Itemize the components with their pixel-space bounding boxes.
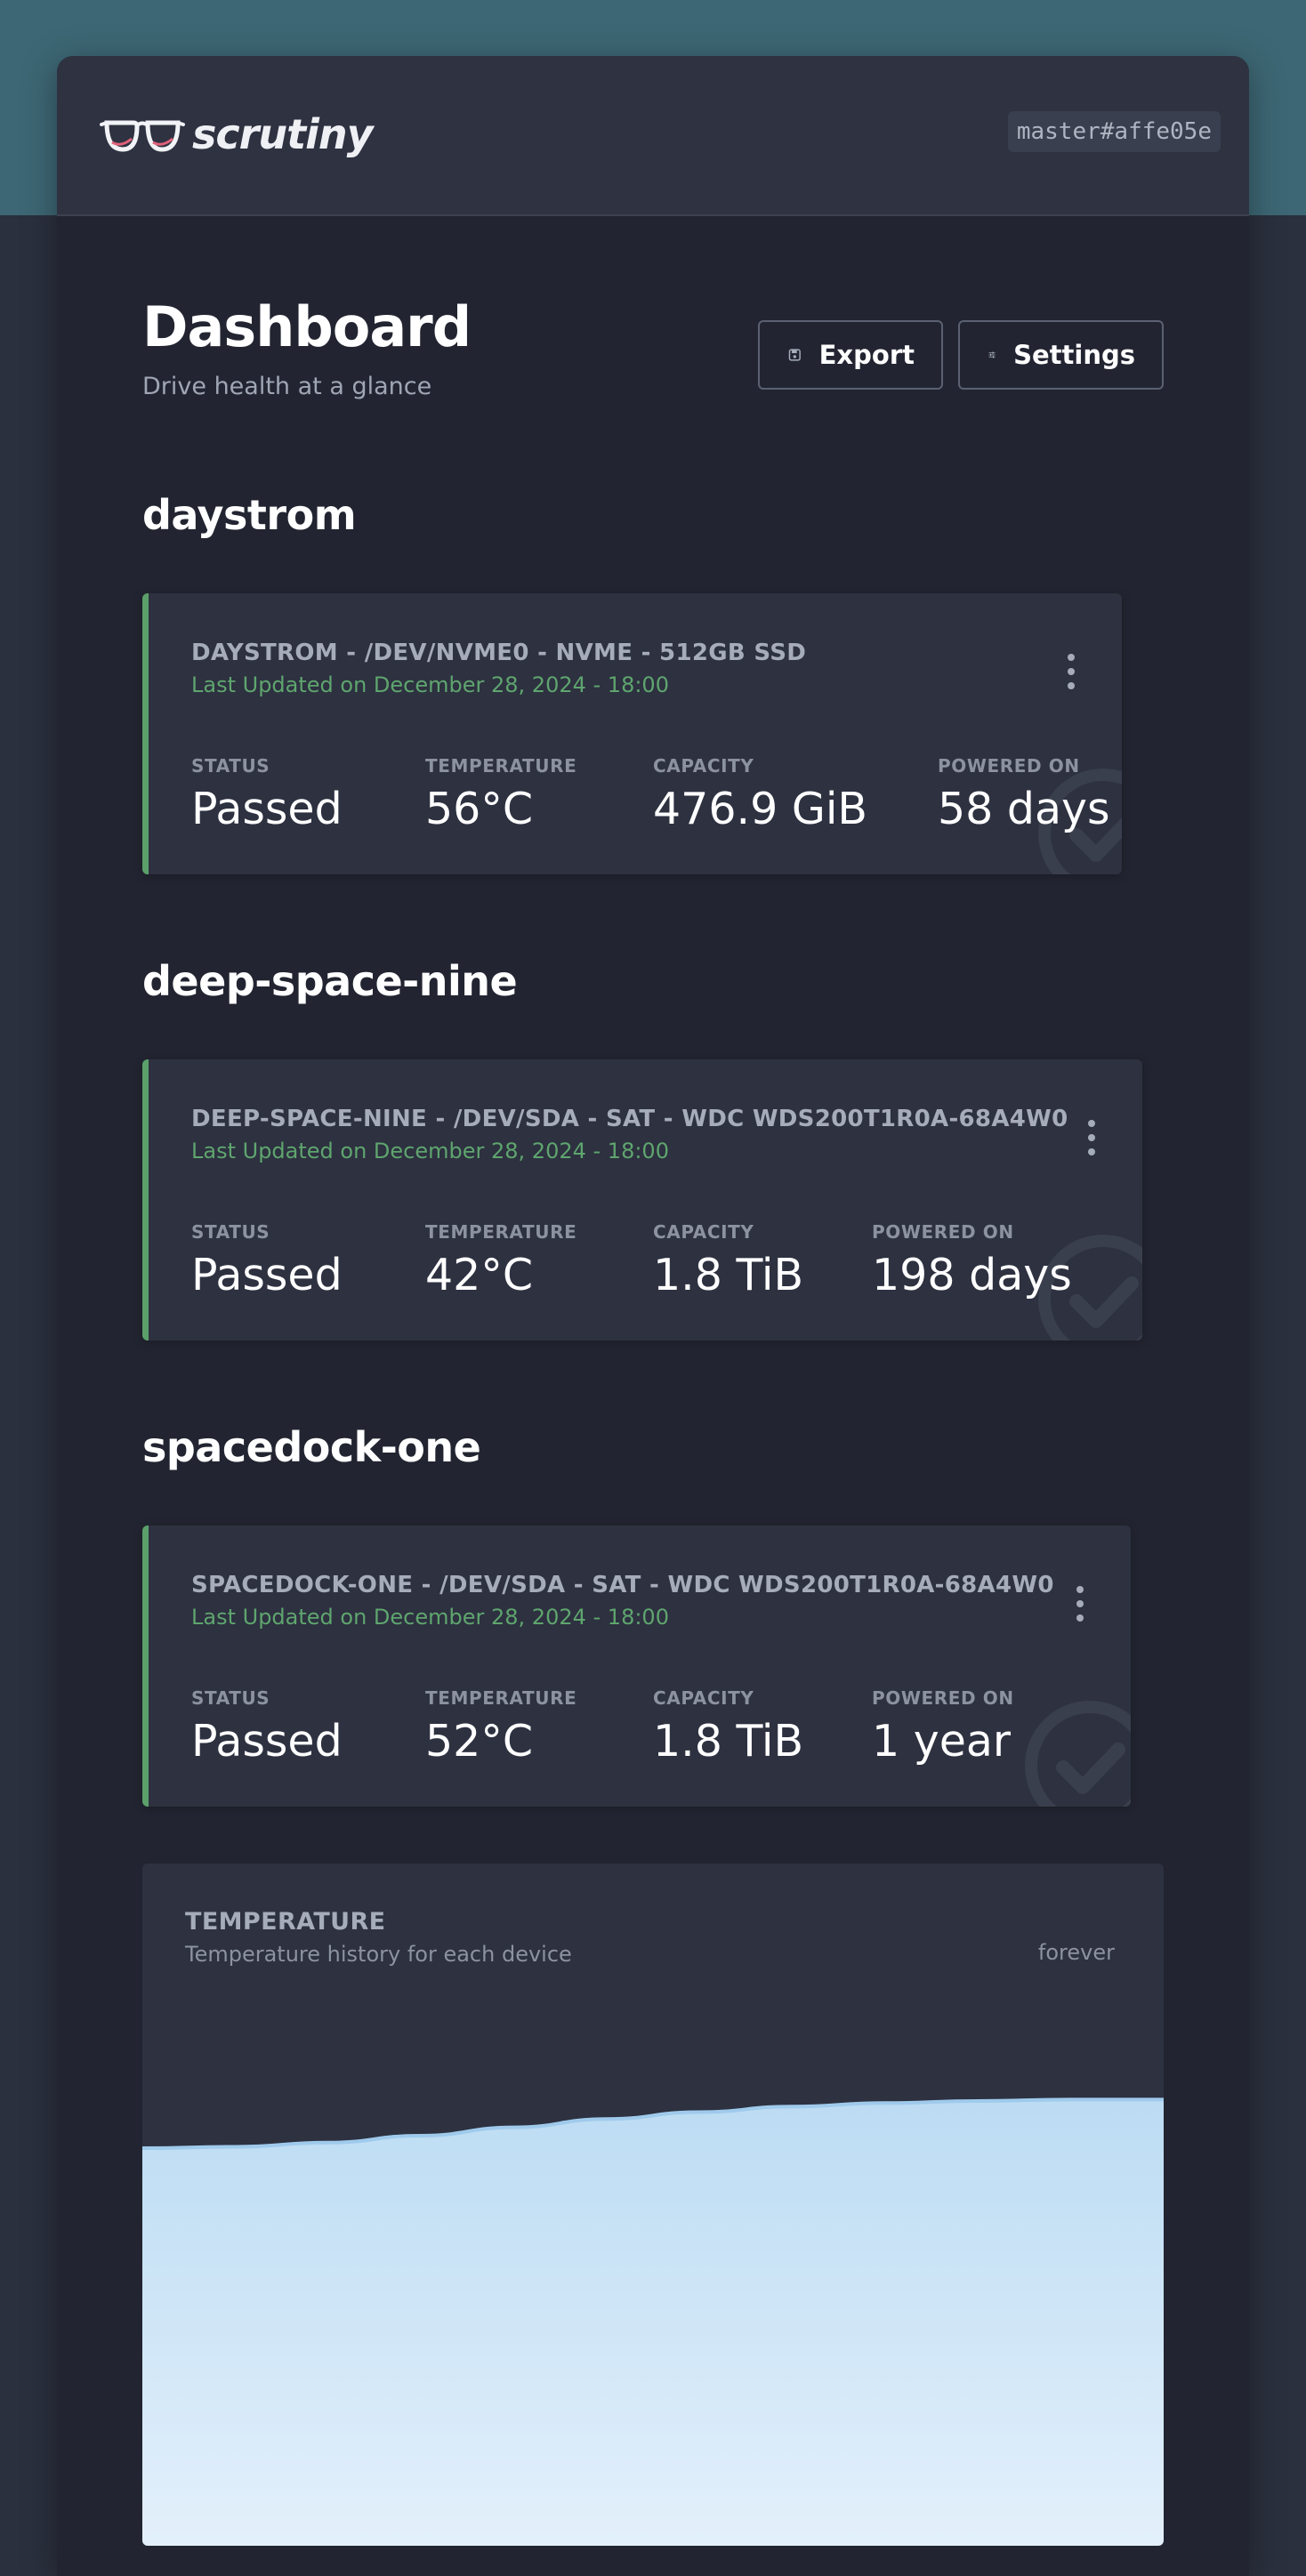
kebab-menu-icon[interactable] <box>1081 1120 1102 1155</box>
app-logo[interactable]: scrutiny <box>100 108 374 161</box>
stat-value-capacity: 476.9 GiB <box>653 784 868 834</box>
stat-label-temperature: TEMPERATURE <box>425 755 577 777</box>
stat-label-capacity: CAPACITY <box>653 1687 754 1709</box>
stat-value-capacity: 1.8 TiB <box>653 1250 804 1300</box>
device-last-updated: Last Updated on December 28, 2024 - 18:0… <box>191 672 669 697</box>
glasses-icon <box>100 120 185 152</box>
kebab-menu-icon[interactable] <box>1069 1586 1091 1622</box>
temperature-area <box>142 2099 1164 2546</box>
settings-button[interactable]: Settings <box>958 320 1164 390</box>
stat-value-status: Passed <box>191 1716 343 1767</box>
check-circle-icon <box>1025 1701 1131 1807</box>
stat-label-capacity: CAPACITY <box>653 1221 754 1243</box>
device-last-updated: Last Updated on December 28, 2024 - 18:0… <box>191 1605 669 1630</box>
device-card[interactable]: DEEP-SPACE-NINE - /DEV/SDA - SAT - WDC W… <box>142 1059 1142 1340</box>
stat-value-status: Passed <box>191 1250 343 1300</box>
sliders-icon <box>988 351 996 358</box>
stat-label-temperature: TEMPERATURE <box>425 1221 577 1243</box>
device-last-updated: Last Updated on December 28, 2024 - 18:0… <box>191 1139 669 1163</box>
stat-label-status: STATUS <box>191 1221 270 1243</box>
stat-label-status: STATUS <box>191 755 270 777</box>
app-header: scrutiny master#affe05e <box>57 56 1249 216</box>
app-window: scrutiny master#affe05e Dashboard Drive … <box>57 56 1249 2576</box>
temperature-chart <box>142 2097 1164 2546</box>
settings-button-label: Settings <box>1013 340 1135 370</box>
stat-label-powered-on: POWERED ON <box>872 1687 1014 1709</box>
export-button-label: Export <box>818 340 915 370</box>
stat-value-status: Passed <box>191 784 343 834</box>
version-badge: master#affe05e <box>1007 111 1221 152</box>
device-title: SPACEDOCK-ONE - /DEV/SDA - SAT - WDC WDS… <box>191 1572 1054 1598</box>
host-title-deep-space-nine: deep-space-nine <box>142 957 518 1005</box>
kebab-menu-icon[interactable] <box>1060 654 1082 689</box>
stat-value-powered-on: 58 days <box>938 784 1110 834</box>
stat-label-powered-on: POWERED ON <box>938 755 1080 777</box>
stat-value-powered-on: 198 days <box>872 1250 1072 1300</box>
stat-value-temperature: 56°C <box>425 784 534 834</box>
device-title: DEEP-SPACE-NINE - /DEV/SDA - SAT - WDC W… <box>191 1106 1068 1132</box>
stat-label-capacity: CAPACITY <box>653 755 754 777</box>
export-button[interactable]: Export <box>758 320 943 390</box>
stat-label-powered-on: POWERED ON <box>872 1221 1014 1243</box>
stat-value-powered-on: 1 year <box>872 1716 1012 1767</box>
stat-value-temperature: 52°C <box>425 1716 534 1767</box>
temperature-chart-card: TEMPERATURE Temperature history for each… <box>142 1864 1164 2546</box>
stat-value-temperature: 42°C <box>425 1250 534 1300</box>
floppy-disk-icon <box>788 349 801 361</box>
host-title-spacedock-one: spacedock-one <box>142 1423 481 1471</box>
device-title: DAYSTROM - /DEV/NVME0 - NVME - 512GB SSD <box>191 640 807 666</box>
host-title-daystrom: daystrom <box>142 491 357 539</box>
device-card[interactable]: DAYSTROM - /DEV/NVME0 - NVME - 512GB SSD… <box>142 593 1122 874</box>
page-title: Dashboard <box>142 294 472 359</box>
stat-value-capacity: 1.8 TiB <box>653 1716 804 1767</box>
stat-label-temperature: TEMPERATURE <box>425 1687 577 1709</box>
page-subtitle: Drive health at a glance <box>142 373 432 400</box>
stat-label-status: STATUS <box>191 1687 270 1709</box>
app-name: scrutiny <box>192 110 374 158</box>
device-card[interactable]: SPACEDOCK-ONE - /DEV/SDA - SAT - WDC WDS… <box>142 1525 1131 1807</box>
